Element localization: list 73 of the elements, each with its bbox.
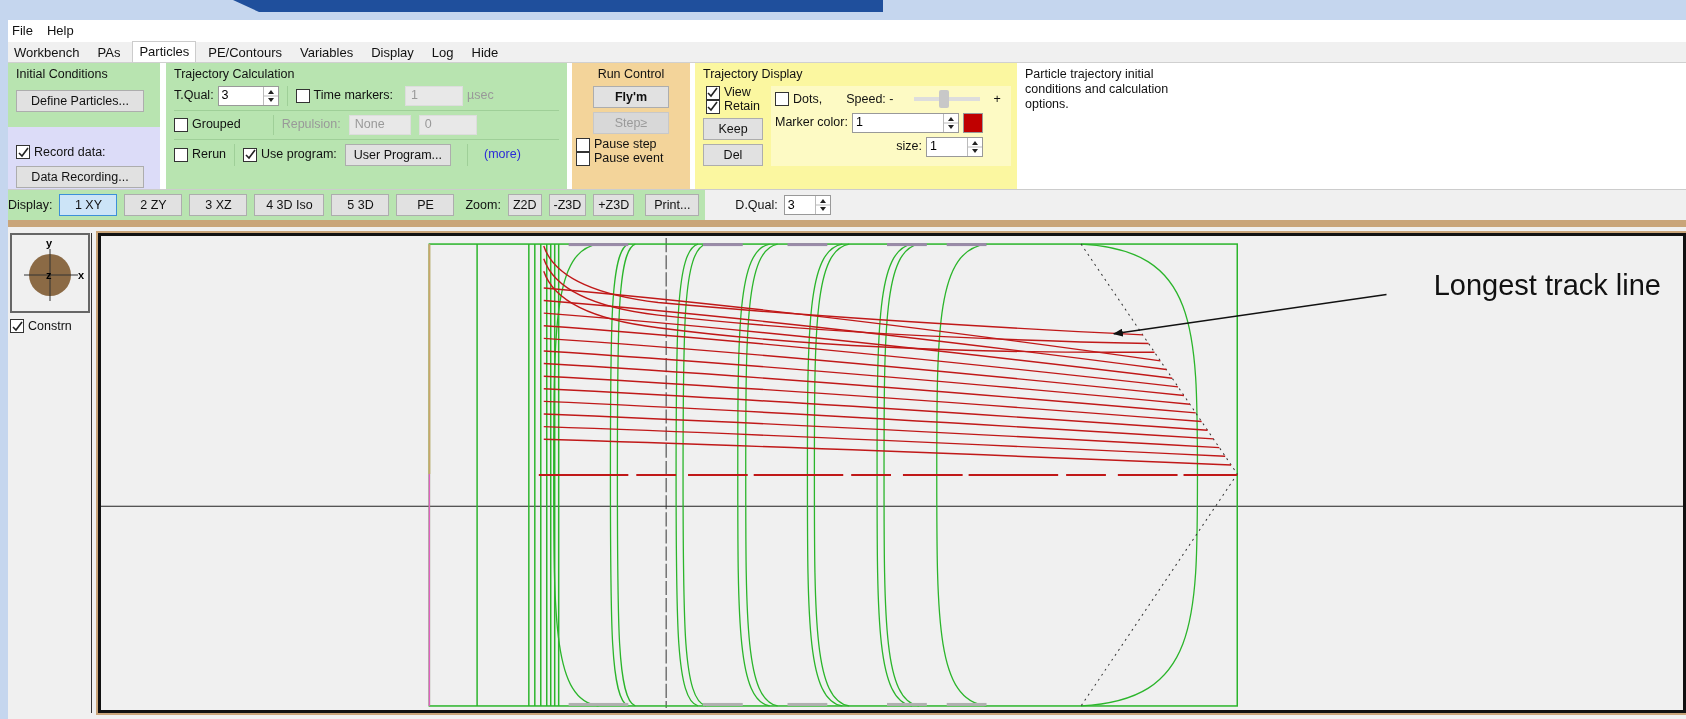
time-markers-checkbox[interactable] xyxy=(295,88,310,103)
color-swatch[interactable] xyxy=(962,112,983,133)
unit-label: µsec xyxy=(467,87,494,105)
view-button[interactable]: 5 3D xyxy=(331,194,390,216)
user-program-button[interactable]: User Program... xyxy=(344,143,451,166)
tab[interactable]: Variables xyxy=(293,43,360,62)
speed-label: Speed: - xyxy=(846,90,894,108)
grouped-label: Grouped xyxy=(192,116,241,134)
view-button[interactable]: 1 XY xyxy=(59,194,118,216)
tab[interactable]: PE/Contours xyxy=(202,43,288,62)
time-markers-label: Time markers: xyxy=(313,87,393,105)
tab[interactable]: Hide xyxy=(465,43,505,62)
display-label: View xyxy=(723,86,751,100)
group-title: Trajectory Display xyxy=(702,66,804,83)
rerun-label: Rerun xyxy=(192,146,227,164)
group-title: Run Control xyxy=(597,66,665,83)
constrain-label: Constrn xyxy=(28,318,72,335)
dots-label: Dots, xyxy=(793,90,823,108)
view-button[interactable]: 4 3D Iso xyxy=(254,194,325,216)
tqual-spinbox[interactable]: 3 xyxy=(217,85,279,106)
repulsion-label: Repulsion: xyxy=(281,116,341,134)
plus-label: + xyxy=(993,90,1001,108)
run-button[interactable]: Fly'm xyxy=(593,85,669,108)
menu-item[interactable]: File xyxy=(12,21,33,41)
tab[interactable]: Log xyxy=(425,43,460,62)
use-program-label: Use program: xyxy=(261,146,337,164)
tab[interactable]: Display xyxy=(365,43,420,62)
data-recording-button[interactable]: Data Recording... xyxy=(16,165,144,188)
tab[interactable]: Workbench xyxy=(8,43,86,62)
zoom-label: Zoom: xyxy=(465,196,501,214)
marker-color-label: Marker color: xyxy=(775,114,848,132)
marker-color-spinbox[interactable]: 1 xyxy=(851,112,959,133)
pause-label: Pause step xyxy=(594,138,657,152)
value-field[interactable]: 3 xyxy=(784,195,815,215)
pause-checkbox[interactable] xyxy=(576,137,590,152)
constrain-checkbox[interactable] xyxy=(10,319,24,334)
view-button[interactable]: 2 ZY xyxy=(124,194,183,216)
tab[interactable]: PAs xyxy=(91,43,127,62)
size-label: size: xyxy=(896,138,922,156)
description-text: Particle trajectory initial conditions and calculation options. xyxy=(1024,66,1170,113)
dqual-label: D.Qual: xyxy=(735,196,778,214)
define-particles-button[interactable]: Define Particles... xyxy=(16,89,144,112)
display-label: Retain xyxy=(723,100,761,114)
view-button[interactable]: PE xyxy=(396,194,455,216)
slider-thumb[interactable] xyxy=(939,90,950,109)
group-title: Trajectory Calculation xyxy=(174,66,296,83)
trajectory-button[interactable]: Keep xyxy=(703,117,763,140)
value-field[interactable]: 1 xyxy=(927,137,967,156)
more-link[interactable]: (more) xyxy=(484,145,521,165)
value-field[interactable]: 1 xyxy=(852,113,943,132)
field-label: T.Qual: xyxy=(174,87,214,105)
grouped-checkbox[interactable] xyxy=(174,117,188,132)
record-data-checkbox[interactable] xyxy=(16,145,30,160)
group-title: Initial Conditions xyxy=(15,66,109,83)
zoom-button[interactable]: +Z3D xyxy=(593,194,635,216)
use-program-checkbox[interactable] xyxy=(243,147,258,162)
dots-checkbox[interactable] xyxy=(775,92,789,107)
zoom-button[interactable]: Z2D xyxy=(507,194,542,216)
size-spinbox[interactable]: 1 xyxy=(926,136,983,157)
tab[interactable]: Particles xyxy=(132,41,197,62)
zoom-button[interactable]: -Z3D xyxy=(548,194,587,216)
view-button[interactable]: 3 XZ xyxy=(189,194,248,216)
rerun-checkbox[interactable] xyxy=(174,147,188,162)
value-field[interactable]: 3 xyxy=(218,86,263,106)
trajectory-button[interactable]: Del xyxy=(703,143,763,166)
record-data-label: Record data: xyxy=(34,144,106,161)
display-label: Display: xyxy=(8,196,53,214)
annotation-text: Longest track line xyxy=(1433,268,1661,303)
menu-item[interactable]: Help xyxy=(46,21,74,41)
dqual-spinbox[interactable]: 3 xyxy=(783,195,831,215)
print-button[interactable]: Print... xyxy=(645,194,700,216)
display-checkbox[interactable] xyxy=(705,85,720,100)
pause-label: Pause event xyxy=(594,152,664,166)
